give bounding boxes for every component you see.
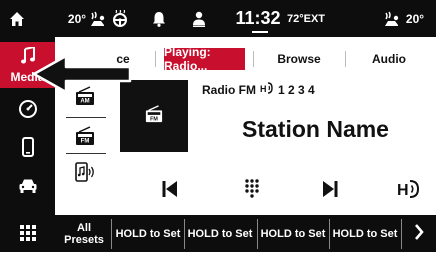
- preset-divider: [111, 219, 112, 249]
- all-presets-label-line2: Presets: [64, 233, 104, 246]
- tab-browse[interactable]: Browse: [272, 48, 326, 70]
- sidebar-item-apps[interactable]: [0, 217, 55, 253]
- tab-divider: [253, 51, 254, 67]
- tab-divider: [155, 51, 156, 67]
- preset-slot-3[interactable]: HOLD to Set: [260, 215, 326, 252]
- station-meta: Radio FM H 1 2 3 4: [202, 82, 315, 97]
- preset-slot-1[interactable]: HOLD to Set: [115, 215, 181, 252]
- tab-audio[interactable]: Audio: [364, 48, 414, 70]
- hd-radio-icon: H: [397, 179, 421, 204]
- callout-arrow-icon: [30, 52, 134, 101]
- phone-audio-icon: [74, 161, 96, 187]
- preset-divider: [401, 219, 402, 249]
- all-presets-label: All Presets: [64, 222, 104, 246]
- chevron-right-icon: [414, 224, 424, 243]
- hd-radio-icon: H: [260, 82, 274, 97]
- heated-seat-icon[interactable]: [382, 0, 402, 37]
- phone-icon: [21, 136, 34, 162]
- divider: [66, 153, 106, 154]
- presets-bar: All Presets HOLD to Set HOLD to Set HOLD…: [55, 215, 436, 252]
- heated-steering-icon[interactable]: [88, 0, 108, 37]
- gauge-icon: [18, 99, 38, 124]
- all-presets-label-line1: All: [76, 221, 92, 234]
- svg-text:H: H: [397, 182, 409, 199]
- exterior-temp: 72°EXT: [286, 12, 326, 25]
- presets-next-button[interactable]: [407, 215, 431, 252]
- preset-divider: [184, 219, 185, 249]
- bell-icon[interactable]: [150, 0, 168, 37]
- radio-fm-icon: FM: [145, 104, 163, 128]
- divider: [66, 117, 106, 118]
- seek-back-button[interactable]: [158, 175, 182, 207]
- preset-divider: [257, 219, 258, 249]
- sidebar-item-phone[interactable]: [0, 131, 55, 167]
- seek-forward-icon: [322, 180, 338, 202]
- preset-divider: [329, 219, 330, 249]
- band-label: Radio FM: [202, 82, 256, 97]
- svg-text:FM: FM: [150, 116, 158, 122]
- radio-fm-icon: FM: [75, 125, 95, 151]
- tab-playing[interactable]: Playing: Radio...: [164, 45, 245, 73]
- keypad-icon: [245, 178, 259, 204]
- home-icon[interactable]: [6, 0, 28, 37]
- clock-underline: [252, 31, 268, 33]
- svg-text:H: H: [260, 84, 267, 94]
- fm-source-button[interactable]: FM: [62, 120, 108, 156]
- steering-wheel-icon[interactable]: [110, 0, 130, 37]
- user-profile-icon[interactable]: [190, 0, 208, 37]
- hd-button[interactable]: H: [395, 175, 423, 207]
- driver-temp[interactable]: 20°: [66, 0, 88, 37]
- hd-channels[interactable]: 1 2 3 4: [278, 83, 315, 97]
- all-presets-button[interactable]: All Presets: [61, 215, 107, 252]
- svg-text:FM: FM: [81, 138, 90, 144]
- preset-slot-2[interactable]: HOLD to Set: [187, 215, 253, 252]
- status-bar: 20° 11:32 72°EXT 20°: [0, 0, 436, 37]
- seek-forward-button[interactable]: [318, 175, 342, 207]
- preset-slot-4[interactable]: HOLD to Set: [332, 215, 398, 252]
- seek-back-icon: [162, 180, 178, 202]
- tab-divider: [345, 51, 346, 67]
- grid-icon: [19, 224, 36, 246]
- passenger-temp[interactable]: 20°: [404, 0, 426, 37]
- direct-tune-button[interactable]: [238, 175, 266, 207]
- car-icon: [18, 178, 38, 199]
- station-name: Station Name: [242, 116, 389, 142]
- bluetooth-source-button[interactable]: [62, 156, 108, 192]
- sidebar-item-vehicle[interactable]: [0, 170, 55, 206]
